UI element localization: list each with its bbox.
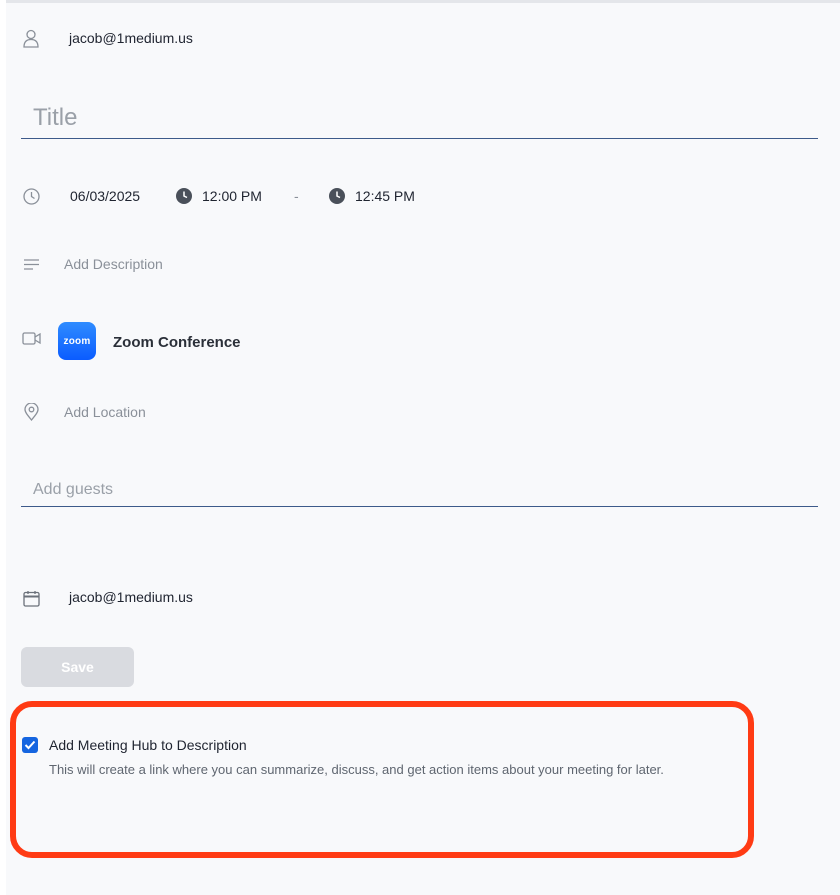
clock-filled-icon xyxy=(176,188,192,204)
date-field[interactable]: 06/03/2025 xyxy=(70,188,140,204)
meeting-hub-label[interactable]: Add Meeting Hub to Description xyxy=(49,737,247,753)
save-button[interactable]: Save xyxy=(21,647,134,687)
guests-field-wrapper xyxy=(21,474,818,507)
organizer-email: jacob@1medium.us xyxy=(69,30,193,46)
add-location-field[interactable]: Add Location xyxy=(64,404,146,420)
title-field-wrapper xyxy=(21,98,818,139)
meeting-hub-checkbox[interactable] xyxy=(22,737,38,753)
meeting-hub-description: This will create a link where you can su… xyxy=(49,762,664,777)
end-time-field[interactable]: 12:45 PM xyxy=(355,188,415,204)
zoom-logo-icon: zoom xyxy=(58,322,96,360)
checkmark-icon xyxy=(24,740,36,750)
highlight-annotation xyxy=(10,701,754,858)
title-input[interactable] xyxy=(21,98,818,138)
video-camera-icon xyxy=(22,331,41,345)
clock-outline-icon xyxy=(22,187,40,205)
add-description-field[interactable]: Add Description xyxy=(64,256,163,272)
description-lines-icon xyxy=(22,257,40,271)
start-time-field[interactable]: 12:00 PM xyxy=(202,188,262,204)
calendar-icon xyxy=(22,589,40,607)
person-icon xyxy=(22,28,40,48)
time-separator: - xyxy=(294,188,299,204)
calendar-email[interactable]: jacob@1medium.us xyxy=(69,589,193,605)
clock-filled-icon xyxy=(329,188,345,204)
location-pin-icon xyxy=(23,403,39,421)
conference-label[interactable]: Zoom Conference xyxy=(113,334,241,351)
add-guests-input[interactable] xyxy=(21,474,818,506)
